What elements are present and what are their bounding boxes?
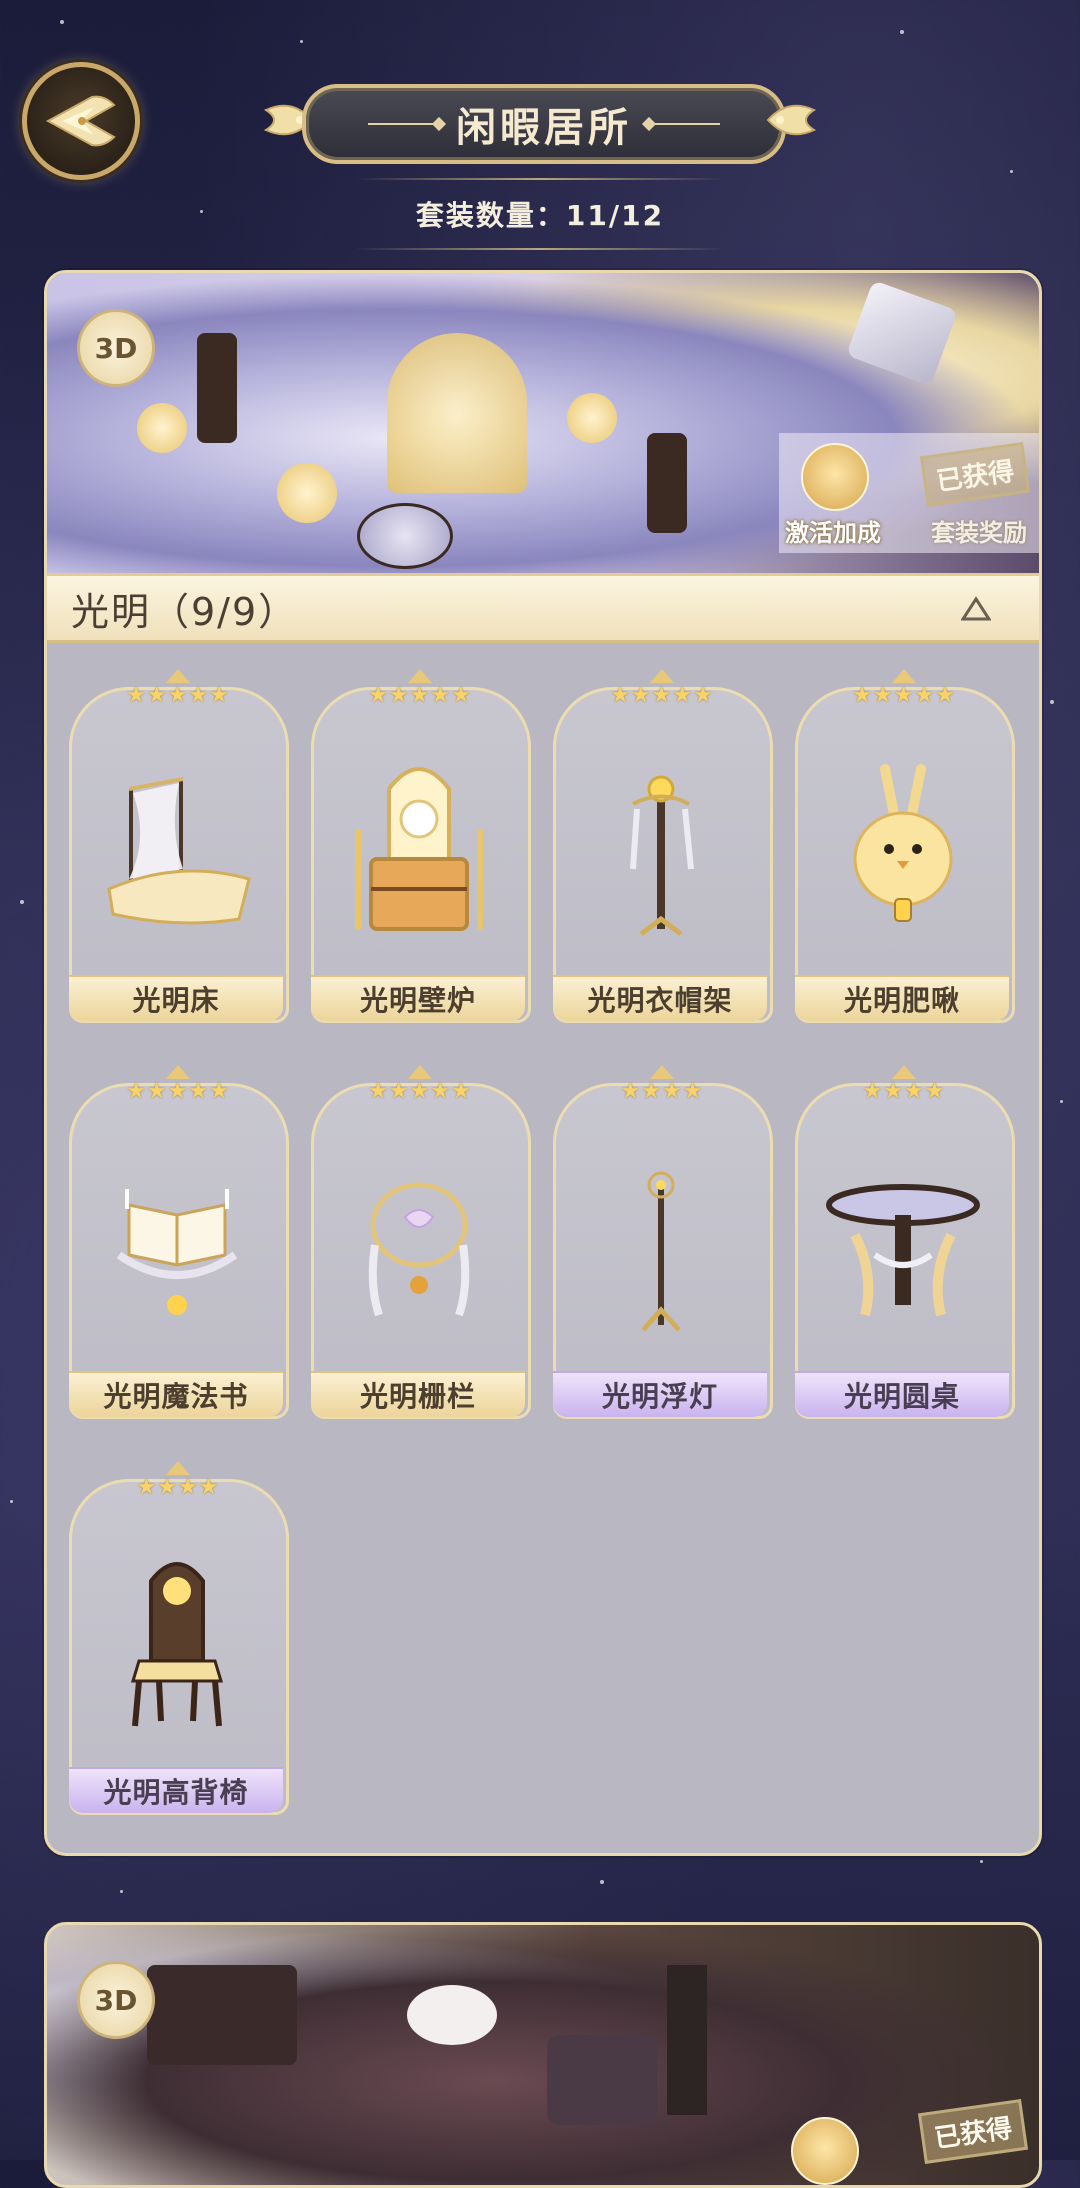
view-3d-button[interactable]: 3D xyxy=(77,309,155,387)
view-3d-label: 3D xyxy=(94,1983,138,2017)
triangle-up-icon[interactable] xyxy=(961,596,991,622)
obtained-stamp: 已获得 xyxy=(919,442,1031,507)
rarity-stars: ★★★★ xyxy=(795,1065,1013,1104)
item-card[interactable]: ★★★★ 光明圆桌 xyxy=(795,1065,1015,1419)
bonus-avatar-icon xyxy=(801,443,869,511)
item-card[interactable]: ★★★★ 光明高背椅 xyxy=(69,1461,289,1815)
item-name: 光明魔法书 xyxy=(69,1371,283,1417)
magic-book-icon xyxy=(116,1189,238,1315)
set-card-next[interactable]: 3D 已获得 xyxy=(44,1922,1042,2188)
title-ornament-icon xyxy=(766,104,817,136)
item-card[interactable]: ★★★★ 光明浮灯 xyxy=(553,1065,773,1419)
rarity-stars: ★★★★★ xyxy=(553,669,771,708)
obtained-stamp: 已获得 xyxy=(917,2099,1029,2164)
item-card[interactable]: ★★★★★ 光明床 xyxy=(69,669,289,1023)
bonus-label: 激活加成 xyxy=(785,519,881,547)
rarity-stars: ★★★★ xyxy=(553,1065,771,1104)
item-card[interactable]: ★★★★★ 光明魔法书 xyxy=(69,1065,289,1419)
rarity-stars: ★★★★★ xyxy=(311,1065,529,1104)
set-name: 光明（9/9） xyxy=(71,589,299,634)
item-card[interactable]: ★★★★★ 光明衣帽架 xyxy=(553,669,773,1023)
rarity-stars: ★★★★★ xyxy=(311,669,529,708)
coat-rack-icon xyxy=(630,775,694,936)
item-card[interactable]: ★★★★★ 光明壁炉 xyxy=(311,669,531,1023)
set-preview-banner[interactable]: 3D 激活加成 已获得 套装奖励 xyxy=(47,273,1039,573)
fireplace-icon xyxy=(355,767,483,931)
item-card[interactable]: ★★★★★ 光明栅栏 xyxy=(311,1065,531,1419)
rarity-stars: ★★★★★ xyxy=(69,1065,287,1104)
view-3d-label: 3D xyxy=(94,331,138,365)
fence-icon xyxy=(368,1182,470,1317)
rarity-stars: ★★★★ xyxy=(69,1461,287,1500)
suit-count: 套装数量：11/12 xyxy=(355,178,725,254)
suit-count-label: 套装数量：11/12 xyxy=(415,199,665,232)
set-card-guangming: 3D 激活加成 已获得 套装奖励 光明（9/9） ★★★★★ 光明床 ★★★★★… xyxy=(44,270,1042,1856)
item-card[interactable]: ★★★★★ 光明肥啾 xyxy=(795,669,1015,1023)
item-name: 光明栅栏 xyxy=(311,1371,525,1417)
item-name: 光明衣帽架 xyxy=(553,975,767,1021)
item-name: 光明床 xyxy=(69,975,283,1021)
item-name: 光明圆桌 xyxy=(795,1371,1009,1417)
item-name: 光明浮灯 xyxy=(553,1371,767,1417)
bonus-avatar-icon xyxy=(791,2117,859,2185)
item-name: 光明高背椅 xyxy=(69,1767,283,1813)
set-reward-label: 套装奖励 xyxy=(931,519,1027,547)
back-button[interactable] xyxy=(22,62,140,180)
set-bonus-panel[interactable]: 激活加成 已获得 套装奖励 xyxy=(779,433,1039,553)
floating-lamp-icon xyxy=(641,1171,681,1332)
page-title: 闲暇居所 xyxy=(456,105,632,151)
view-3d-button[interactable]: 3D xyxy=(77,1961,155,2039)
set-header[interactable]: 光明（9/9） xyxy=(47,573,1039,643)
item-grid: ★★★★★ 光明床 ★★★★★ 光明壁炉 ★★★★★ 光明衣帽架 ★★★★★ 光… xyxy=(47,643,1039,1853)
rarity-stars: ★★★★★ xyxy=(69,669,287,708)
item-name: 光明肥啾 xyxy=(795,975,1009,1021)
round-table-icon xyxy=(826,1184,980,1317)
rarity-stars: ★★★★★ xyxy=(795,669,1013,708)
bed-icon xyxy=(107,777,251,925)
chick-icon xyxy=(853,764,953,922)
page-title-banner: 闲暇居所 xyxy=(262,80,818,164)
item-name: 光明壁炉 xyxy=(311,975,525,1021)
back-wing-icon xyxy=(45,95,116,147)
high-back-chair-icon xyxy=(130,1562,224,1727)
